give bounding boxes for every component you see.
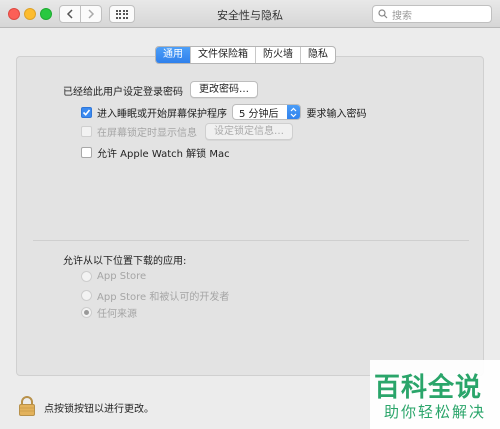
set-lock-message-button[interactable]: 设定锁定信息… [205, 123, 293, 140]
download-option-app-store[interactable]: App Store [81, 271, 146, 282]
show-message-row: 在屏幕锁定时显示信息 设定锁定信息… [81, 123, 293, 140]
updown-arrows-icon [286, 105, 300, 119]
title-bar: 安全性与隐私 搜索 [0, 0, 500, 28]
radio-button[interactable] [81, 290, 92, 301]
require-password-suffix: 要求输入密码 [306, 108, 367, 120]
radio-label: 任何来源 [97, 309, 137, 320]
section-divider [33, 240, 469, 241]
show-message-checkbox[interactable] [81, 126, 92, 137]
apple-watch-row: 允许 Apple Watch 解锁 Mac [81, 145, 230, 160]
downloads-heading: 允许从以下位置下载的应用: [63, 256, 187, 267]
tab-firewall[interactable]: 防火墙 [256, 47, 301, 63]
login-password-row: 已经给此用户设定登录密码 [63, 83, 183, 98]
show-message-label: 在屏幕锁定时显示信息 [97, 128, 197, 139]
downloads-heading-row: 允许从以下位置下载的应用: [63, 252, 186, 267]
download-option-anywhere[interactable]: 任何来源 [81, 305, 137, 320]
tab-general[interactable]: 通用 [156, 47, 191, 63]
radio-label: App Store 和被认可的开发者 [97, 292, 230, 303]
require-password-checkbox[interactable] [81, 106, 92, 118]
lock-icon[interactable] [18, 396, 36, 416]
lock-hint-text: 点按锁按钮以进行更改。 [44, 404, 154, 415]
watermark-title: 百科全说 [374, 373, 483, 403]
radio-button-selected[interactable] [81, 307, 92, 318]
search-placeholder: 搜索 [392, 10, 412, 22]
search-icon [378, 9, 388, 19]
require-password-label: 进入睡眠或开始屏幕保护程序 [97, 108, 227, 120]
password-set-text: 已经给此用户设定登录密码 [63, 87, 183, 98]
watermark-subtitle: 助你轻松解决 [384, 403, 487, 421]
radio-button[interactable] [81, 271, 92, 282]
checkmark-icon [82, 108, 91, 116]
security-privacy-window: 安全性与隐私 搜索 已经给此用户设定登录密码 更改密码… 进入睡眠或开始屏幕保护… [0, 0, 500, 429]
change-password-row: 更改密码… [190, 81, 258, 98]
tab-bar: 通用 文件保险箱 防火墙 隐私 [155, 46, 336, 64]
apple-watch-label: 允许 Apple Watch 解锁 Mac [97, 149, 230, 160]
general-pane: 已经给此用户设定登录密码 更改密码… 进入睡眠或开始屏幕保护程序 5 分钟后 要… [16, 56, 484, 376]
change-password-button[interactable]: 更改密码… [190, 81, 258, 98]
password-delay-select[interactable]: 5 分钟后 [232, 104, 301, 120]
tab-filevault[interactable]: 文件保险箱 [191, 47, 256, 63]
radio-label: App Store [97, 271, 147, 282]
password-delay-value: 5 分钟后 [239, 108, 279, 120]
require-password-row: 进入睡眠或开始屏幕保护程序 5 分钟后 要求输入密码 [81, 104, 367, 120]
search-field[interactable]: 搜索 [372, 5, 492, 23]
tab-privacy[interactable]: 隐私 [301, 47, 335, 63]
download-option-identified[interactable]: App Store 和被认可的开发者 [81, 288, 229, 303]
apple-watch-checkbox[interactable] [81, 147, 92, 158]
